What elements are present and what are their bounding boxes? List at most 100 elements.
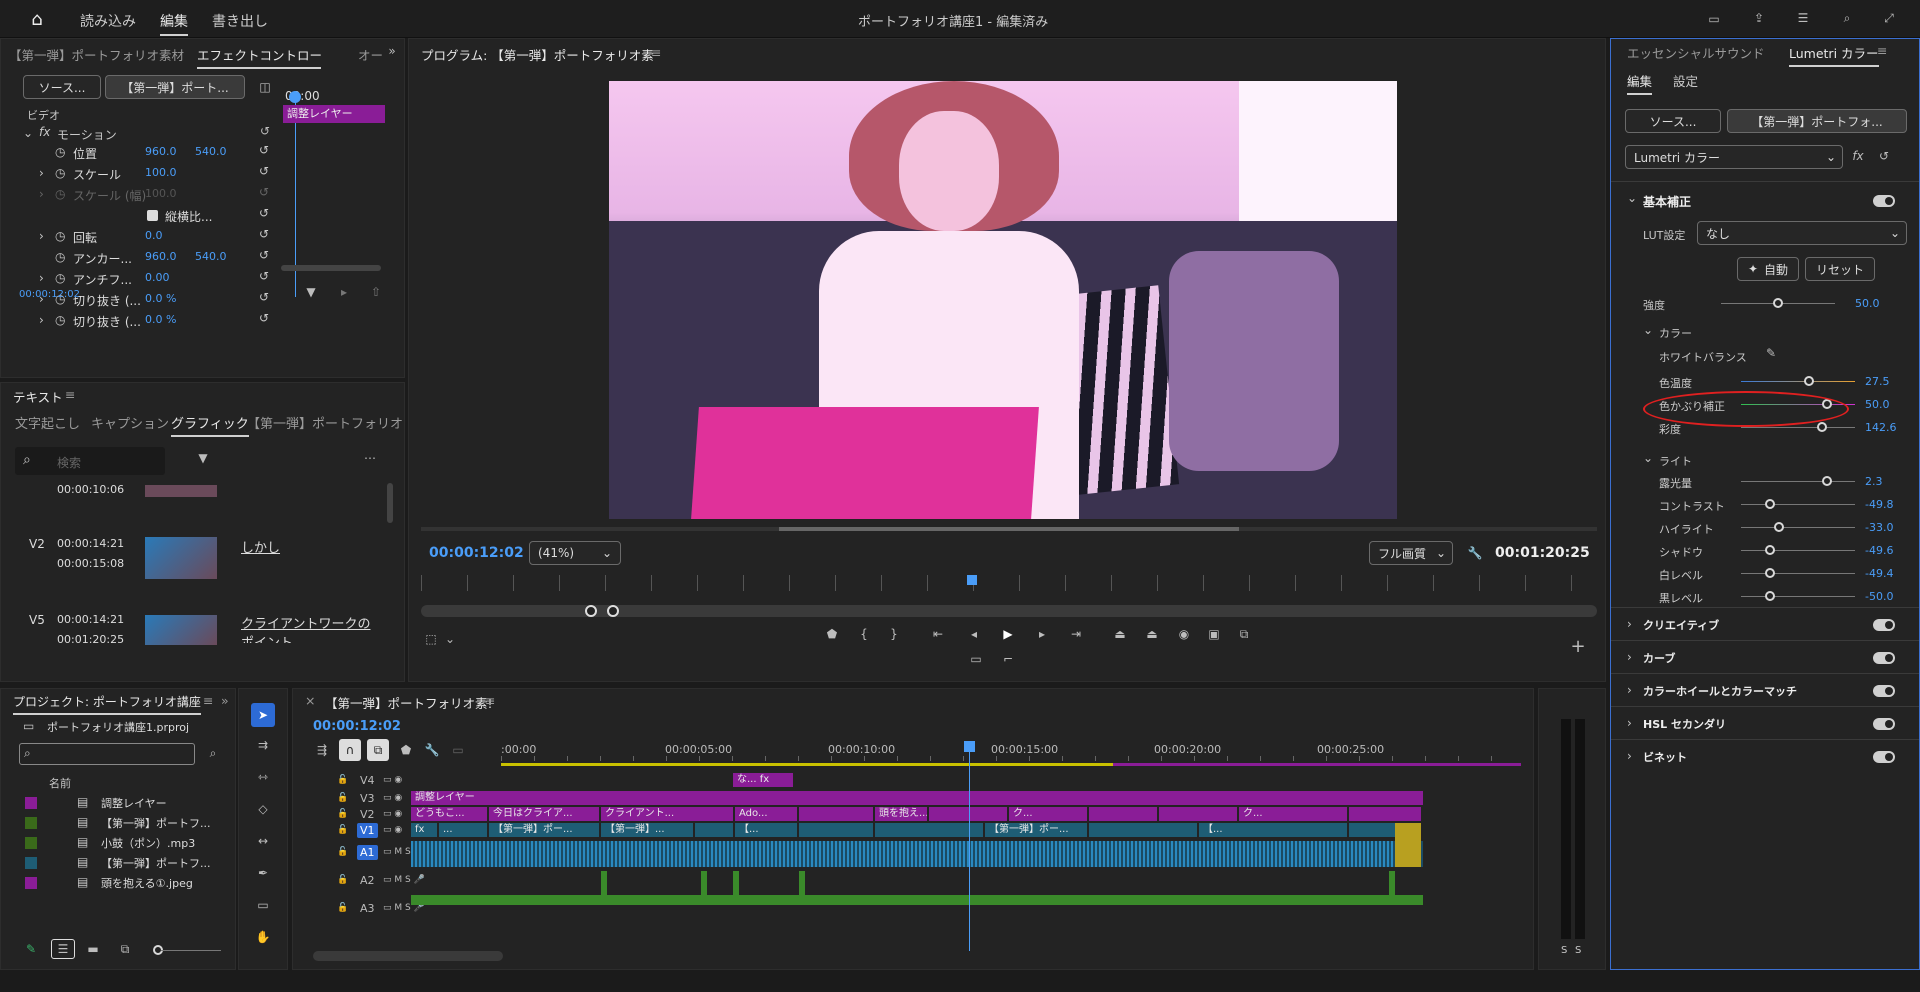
slip-icon[interactable]: ↔ xyxy=(253,831,273,851)
select-region-icon[interactable]: ⬚ xyxy=(423,631,439,647)
tab-audio[interactable]: オー xyxy=(358,45,383,64)
label-color-swatch[interactable] xyxy=(25,817,37,829)
clip-v2[interactable]: ク... xyxy=(1009,807,1087,821)
project-item[interactable]: 小鼓（ポン）.mp3 xyxy=(101,835,211,851)
track-controls[interactable]: ▭ ◉ xyxy=(383,825,402,835)
lock-icon[interactable]: 🔓 xyxy=(337,847,348,857)
clip-v2[interactable] xyxy=(1089,807,1157,821)
compare-icon[interactable]: ▣ xyxy=(1205,625,1223,643)
monitor-zoom-bar[interactable] xyxy=(421,605,1597,617)
tab-lumetri-color[interactable]: Lumetri カラー xyxy=(1789,43,1879,67)
fullscreen-icon[interactable]: ⤢ xyxy=(1880,9,1898,27)
light-slider-value[interactable]: -50.0 xyxy=(1865,590,1893,603)
menu-export[interactable]: 書き出し xyxy=(212,11,268,31)
stopwatch-icon[interactable]: ◷ xyxy=(55,250,65,264)
track-controls[interactable]: ▭ M S 🎤 xyxy=(383,875,425,885)
lift-icon[interactable]: ⏏ xyxy=(1111,625,1129,643)
light-slider-value[interactable]: -49.6 xyxy=(1865,544,1893,557)
uniform-scale-checkbox[interactable] xyxy=(147,210,158,221)
eyedropper-icon[interactable]: ✎ xyxy=(1763,345,1779,361)
adjust-layer-clip[interactable]: 調整レイヤー xyxy=(283,105,385,123)
marker-icon[interactable]: ⬟ xyxy=(823,625,841,643)
track-label-v3[interactable]: V3 xyxy=(357,791,378,806)
clip-v1[interactable] xyxy=(1089,823,1197,837)
effect-row-value[interactable]: 0.0 % xyxy=(145,292,176,305)
section-chevron-icon[interactable]: › xyxy=(1627,749,1632,763)
go-to-in-icon[interactable]: ⇤ xyxy=(929,625,947,643)
project-item[interactable]: 調整レイヤー xyxy=(101,795,211,811)
workspace-icon[interactable]: ▭ xyxy=(1705,10,1723,28)
tab-graphics[interactable]: グラフィック xyxy=(171,413,249,437)
light-slider-value[interactable]: 2.3 xyxy=(1865,475,1883,488)
light-slider-value[interactable]: -49.8 xyxy=(1865,498,1893,511)
tab-sequence-name[interactable]: 【第一弾】ポートフォリオ... xyxy=(247,413,404,432)
label-color-swatch[interactable] xyxy=(25,877,37,889)
tab-effect-controls[interactable]: エフェクトコントロール xyxy=(197,45,321,69)
section-chevron-icon[interactable]: › xyxy=(1627,617,1632,631)
zoom-handle-left[interactable] xyxy=(585,605,597,617)
home-icon[interactable]: ⌂ xyxy=(26,8,48,30)
project-menu-icon[interactable]: ≡ xyxy=(203,693,213,708)
pencil-icon[interactable]: ✎ xyxy=(23,941,39,957)
project-search[interactable]: ⌕ xyxy=(19,743,195,765)
lock-icon[interactable]: 🔓 xyxy=(337,809,348,819)
ripple-edit-icon[interactable]: ⇿ xyxy=(253,767,273,787)
clip-v1[interactable]: ... xyxy=(439,823,487,837)
lock-icon[interactable]: 🔓 xyxy=(337,903,348,913)
clip-a1-waveform[interactable] xyxy=(411,841,1423,867)
section-toggle[interactable] xyxy=(1873,685,1895,697)
subtab-settings[interactable]: 設定 xyxy=(1673,71,1698,90)
auto-button[interactable]: ✦ 自動 xyxy=(1737,257,1799,281)
light-slider-track[interactable] xyxy=(1741,550,1855,551)
light-slider-knob[interactable] xyxy=(1765,545,1775,555)
track-controls[interactable]: ▭ ◉ xyxy=(383,793,402,803)
clip-v2[interactable] xyxy=(1349,807,1421,821)
effect-row-value[interactable]: 960.0 xyxy=(145,145,177,158)
track-label-v2[interactable]: V2 xyxy=(357,807,378,822)
clip-v2[interactable]: 今日はクライア... xyxy=(489,807,599,821)
chevron-down-icon[interactable]: ⌄ xyxy=(443,631,457,647)
selection-tool-icon[interactable]: ➤ xyxy=(251,703,275,727)
menu-import[interactable]: 読み込み xyxy=(80,11,136,31)
section-chevron-icon[interactable]: › xyxy=(1627,683,1632,697)
reset-icon[interactable]: ↺ xyxy=(259,143,269,157)
monitor-scroll-thumb[interactable] xyxy=(779,527,1239,531)
play-icon[interactable]: ▶ xyxy=(999,625,1017,643)
wrench-icon[interactable]: 🔧 xyxy=(423,741,441,759)
expand-chevron-icon[interactable]: › xyxy=(39,271,44,285)
project-item[interactable]: 頭を抱える①.jpeg xyxy=(101,875,211,891)
time-ruler[interactable]: :00:00 00:00:05:00 00:00:10:00 00:00:15:00 0… xyxy=(501,741,1521,761)
section-toggle[interactable] xyxy=(1873,751,1895,763)
tab-project-material[interactable]: 【第一弾】ポートフォリオ素材 xyxy=(9,45,184,64)
graphic-item-2-label[interactable]: クライアントワークのポイント xyxy=(241,613,371,643)
light-slider-track[interactable] xyxy=(1741,573,1855,574)
project-zoom-track[interactable] xyxy=(161,950,221,951)
lock-icon[interactable]: 🔓 xyxy=(337,793,348,803)
color-slider-value[interactable]: 142.6 xyxy=(1865,421,1897,434)
section-label[interactable]: カラーホイールとカラーマッチ xyxy=(1643,683,1797,699)
tab-essential-sound[interactable]: エッセンシャルサウンド xyxy=(1627,43,1765,62)
section-chevron-icon[interactable]: › xyxy=(1627,716,1632,730)
track-label-a1[interactable]: A1 xyxy=(357,845,378,860)
clip-v1[interactable]: 【... xyxy=(1199,823,1347,837)
play-audio-icon[interactable]: ▸ xyxy=(337,285,351,299)
clip-v2[interactable] xyxy=(929,807,1007,821)
text-panel-menu-icon[interactable]: ≡ xyxy=(65,387,75,402)
project-title[interactable]: プロジェクト: ポートフォリオ講座 xyxy=(13,693,201,715)
add-button-icon[interactable]: + xyxy=(1569,636,1587,657)
captions-icon[interactable]: ▭ xyxy=(449,741,467,759)
quality-select[interactable]: フル画質 ⌄ xyxy=(1369,541,1453,565)
intensity-knob[interactable] xyxy=(1773,298,1783,308)
overlay-icon[interactable]: ⌐ xyxy=(999,651,1017,667)
light-slider-knob[interactable] xyxy=(1774,522,1784,532)
light-slider-track[interactable] xyxy=(1741,596,1855,597)
section-toggle[interactable] xyxy=(1873,718,1895,730)
text-scrollbar[interactable] xyxy=(387,483,393,523)
reset-icon[interactable]: ↺ xyxy=(259,164,269,178)
color-slider-track[interactable] xyxy=(1741,381,1855,382)
razor-icon[interactable]: ◇ xyxy=(253,799,273,819)
video-frame[interactable] xyxy=(609,81,1397,519)
clip-a3[interactable] xyxy=(411,895,1423,905)
clip-v2[interactable]: クライアント... xyxy=(601,807,733,821)
filter-icon[interactable]: ▼ xyxy=(195,449,211,467)
